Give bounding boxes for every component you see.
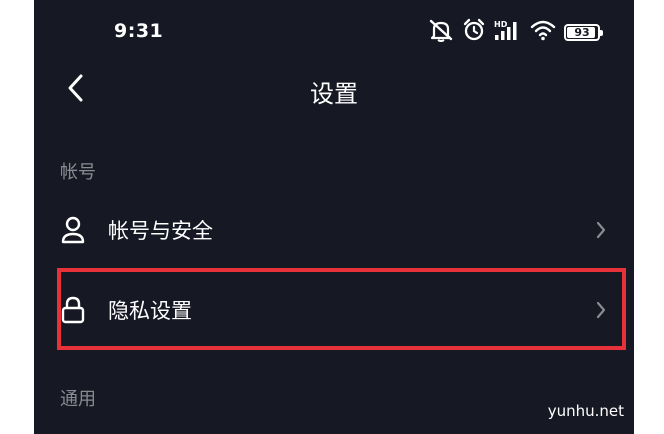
app-screen: 9:31 HD 93 设置 帐号 帐号与安全 隐私设置 通用 <box>34 0 634 434</box>
signal-icon: HD <box>494 18 522 46</box>
row-label: 隐私设置 <box>108 299 192 323</box>
status-bar: 9:31 HD 93 <box>34 0 634 60</box>
status-time: 9:31 <box>114 20 164 42</box>
page-title: 设置 <box>310 80 358 108</box>
section-header-account: 帐号 <box>60 162 96 183</box>
status-icons: HD 93 <box>428 18 603 46</box>
battery-icon: 93 <box>564 23 603 41</box>
battery-level: 93 <box>574 25 590 39</box>
row-label: 帐号与安全 <box>108 219 213 243</box>
user-icon <box>58 215 88 245</box>
row-privacy-settings[interactable]: 隐私设置 <box>34 276 634 344</box>
lock-icon <box>58 295 88 325</box>
chevron-right-icon <box>594 220 608 240</box>
mute-icon <box>428 18 454 46</box>
chevron-right-icon <box>594 300 608 320</box>
alarm-icon <box>462 18 486 46</box>
section-header-general: 通用 <box>60 389 96 410</box>
row-account-security[interactable]: 帐号与安全 <box>34 196 634 264</box>
nav-bar: 设置 <box>34 60 634 120</box>
battery-tip <box>600 29 603 36</box>
wifi-icon <box>530 19 556 45</box>
network-type-label: HD <box>494 20 508 29</box>
watermark: yunhu.net <box>547 402 624 420</box>
